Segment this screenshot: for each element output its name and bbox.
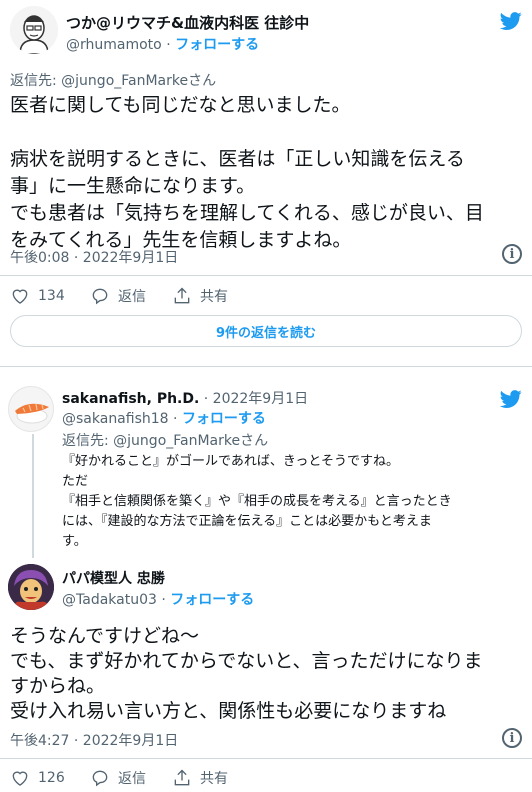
heart-icon: [12, 771, 28, 786]
reply-icon: [92, 288, 108, 305]
share-button[interactable]: 共有: [172, 768, 228, 788]
separator-dot: ·: [166, 37, 171, 53]
separator-dot: ·: [173, 411, 178, 427]
tweet-text-line: 『好かれること』がゴールであれば、きっとそうですね。: [62, 454, 399, 469]
sushi-icon: [15, 403, 49, 424]
follow-button[interactable]: フォローする: [170, 592, 254, 608]
twitter-bird-icon[interactable]: [499, 388, 522, 414]
display-name[interactable]: つか@リウマチ&血液内科医 往診中: [66, 12, 309, 33]
handle[interactable]: @sakanafish18: [62, 411, 169, 427]
tweet-text-line: でも、まず好かれてからでないと、言っただけになりま: [10, 650, 483, 672]
like-button[interactable]: 134: [10, 286, 65, 306]
reply-to: 返信先: @jungo_FanMarkeさん: [10, 73, 217, 89]
avatar-rhumamoto[interactable]: [10, 6, 58, 54]
display-name[interactable]: パパ模型人 忠勝: [62, 568, 165, 588]
tweet-text-line: 受け入れ易い言い方と、関係性も必要になりますね: [10, 700, 447, 722]
info-icon[interactable]: i: [502, 244, 522, 264]
separator-dot: ·: [161, 592, 166, 608]
timestamp[interactable]: 午後0:08 · 2022年9月1日: [10, 247, 178, 267]
twitter-bird-icon[interactable]: [499, 10, 522, 36]
handle-row: @sakanafish18 · フォローする: [62, 408, 266, 428]
name-row: sakanafish, Ph.D. · 2022年9月1日: [62, 388, 308, 408]
tweet-text-line: 事」に一生懸命になります。: [10, 175, 256, 197]
tweet-text-line: 『相手と信頼関係を築く』や『相手の成長を考える』と言ったとき: [62, 494, 452, 509]
tweet-text-line: でも患者は「気持ちを理解してくれる、感じが良い、目: [10, 202, 484, 224]
share-icon: [174, 287, 190, 304]
share-button[interactable]: 共有: [172, 286, 228, 306]
share-label: 共有: [200, 289, 228, 305]
handle-row: @Tadakatu03 · フォローする: [62, 589, 254, 609]
handle-row: @rhumamoto · フォローする: [66, 34, 259, 54]
divider: [0, 366, 532, 367]
tweet-body: 『好かれること』がゴールであれば、きっとそうですね。 ただ 『相手と信頼関係を築…: [62, 452, 452, 552]
tweet-body: 医者に関しても同じだなと思いました。 病状を説明するときに、医者は「正しい知識を…: [10, 92, 484, 254]
thread-line: [32, 434, 34, 558]
follow-button[interactable]: フォローする: [175, 37, 259, 53]
timestamp[interactable]: 午後4:27 · 2022年9月1日: [10, 730, 178, 750]
tweet-text-line: ただ: [62, 474, 89, 489]
tweet-text-line: には、『建設的な方法で正論を伝える』ことは必要かもと考えま: [62, 514, 432, 529]
reply-button[interactable]: 返信: [90, 768, 146, 788]
tweet-date[interactable]: · 2022年9月1日: [204, 391, 308, 407]
reply-label: 返信: [118, 289, 146, 305]
tweet-text-line: そうなんですけどね〜: [10, 625, 200, 647]
divider: [0, 758, 532, 759]
display-name[interactable]: sakanafish, Ph.D.: [62, 391, 199, 407]
avatar-tadakatu[interactable]: [8, 564, 54, 610]
reply-button[interactable]: 返信: [90, 286, 146, 306]
tweet-body: そうなんですけどね〜 でも、まず好かれてからでないと、言っただけになりま すから…: [10, 624, 483, 724]
like-button[interactable]: 126: [10, 768, 65, 788]
handle[interactable]: @Tadakatu03: [62, 592, 157, 608]
handle[interactable]: @rhumamoto: [66, 37, 162, 53]
share-label: 共有: [200, 771, 228, 787]
avatar-figure: [8, 564, 54, 610]
tweet-text-line: す。: [62, 534, 87, 549]
tweet-text-line: すからね。: [10, 675, 106, 697]
info-icon[interactable]: i: [502, 728, 522, 748]
reply-to: 返信先: @jungo_FanMarkeさん: [62, 433, 269, 449]
avatar-illustration: [10, 6, 58, 54]
tweet-text-line: 病状を説明するときに、医者は「正しい知識を伝える: [10, 148, 465, 170]
heart-icon: [12, 289, 28, 304]
like-count: 134: [38, 288, 65, 304]
read-replies-label: 9件の返信を読む: [215, 325, 317, 341]
reply-label: 返信: [118, 771, 146, 787]
avatar-sakanafish[interactable]: [8, 386, 54, 432]
reply-icon: [92, 770, 108, 787]
follow-button[interactable]: フォローする: [182, 411, 266, 427]
divider: [0, 275, 532, 276]
tweet-text-line: 医者に関しても同じだなと思いました。: [10, 94, 351, 116]
share-icon: [174, 769, 190, 786]
read-replies-button[interactable]: 9件の返信を読む: [10, 315, 522, 347]
like-count: 126: [38, 770, 65, 786]
